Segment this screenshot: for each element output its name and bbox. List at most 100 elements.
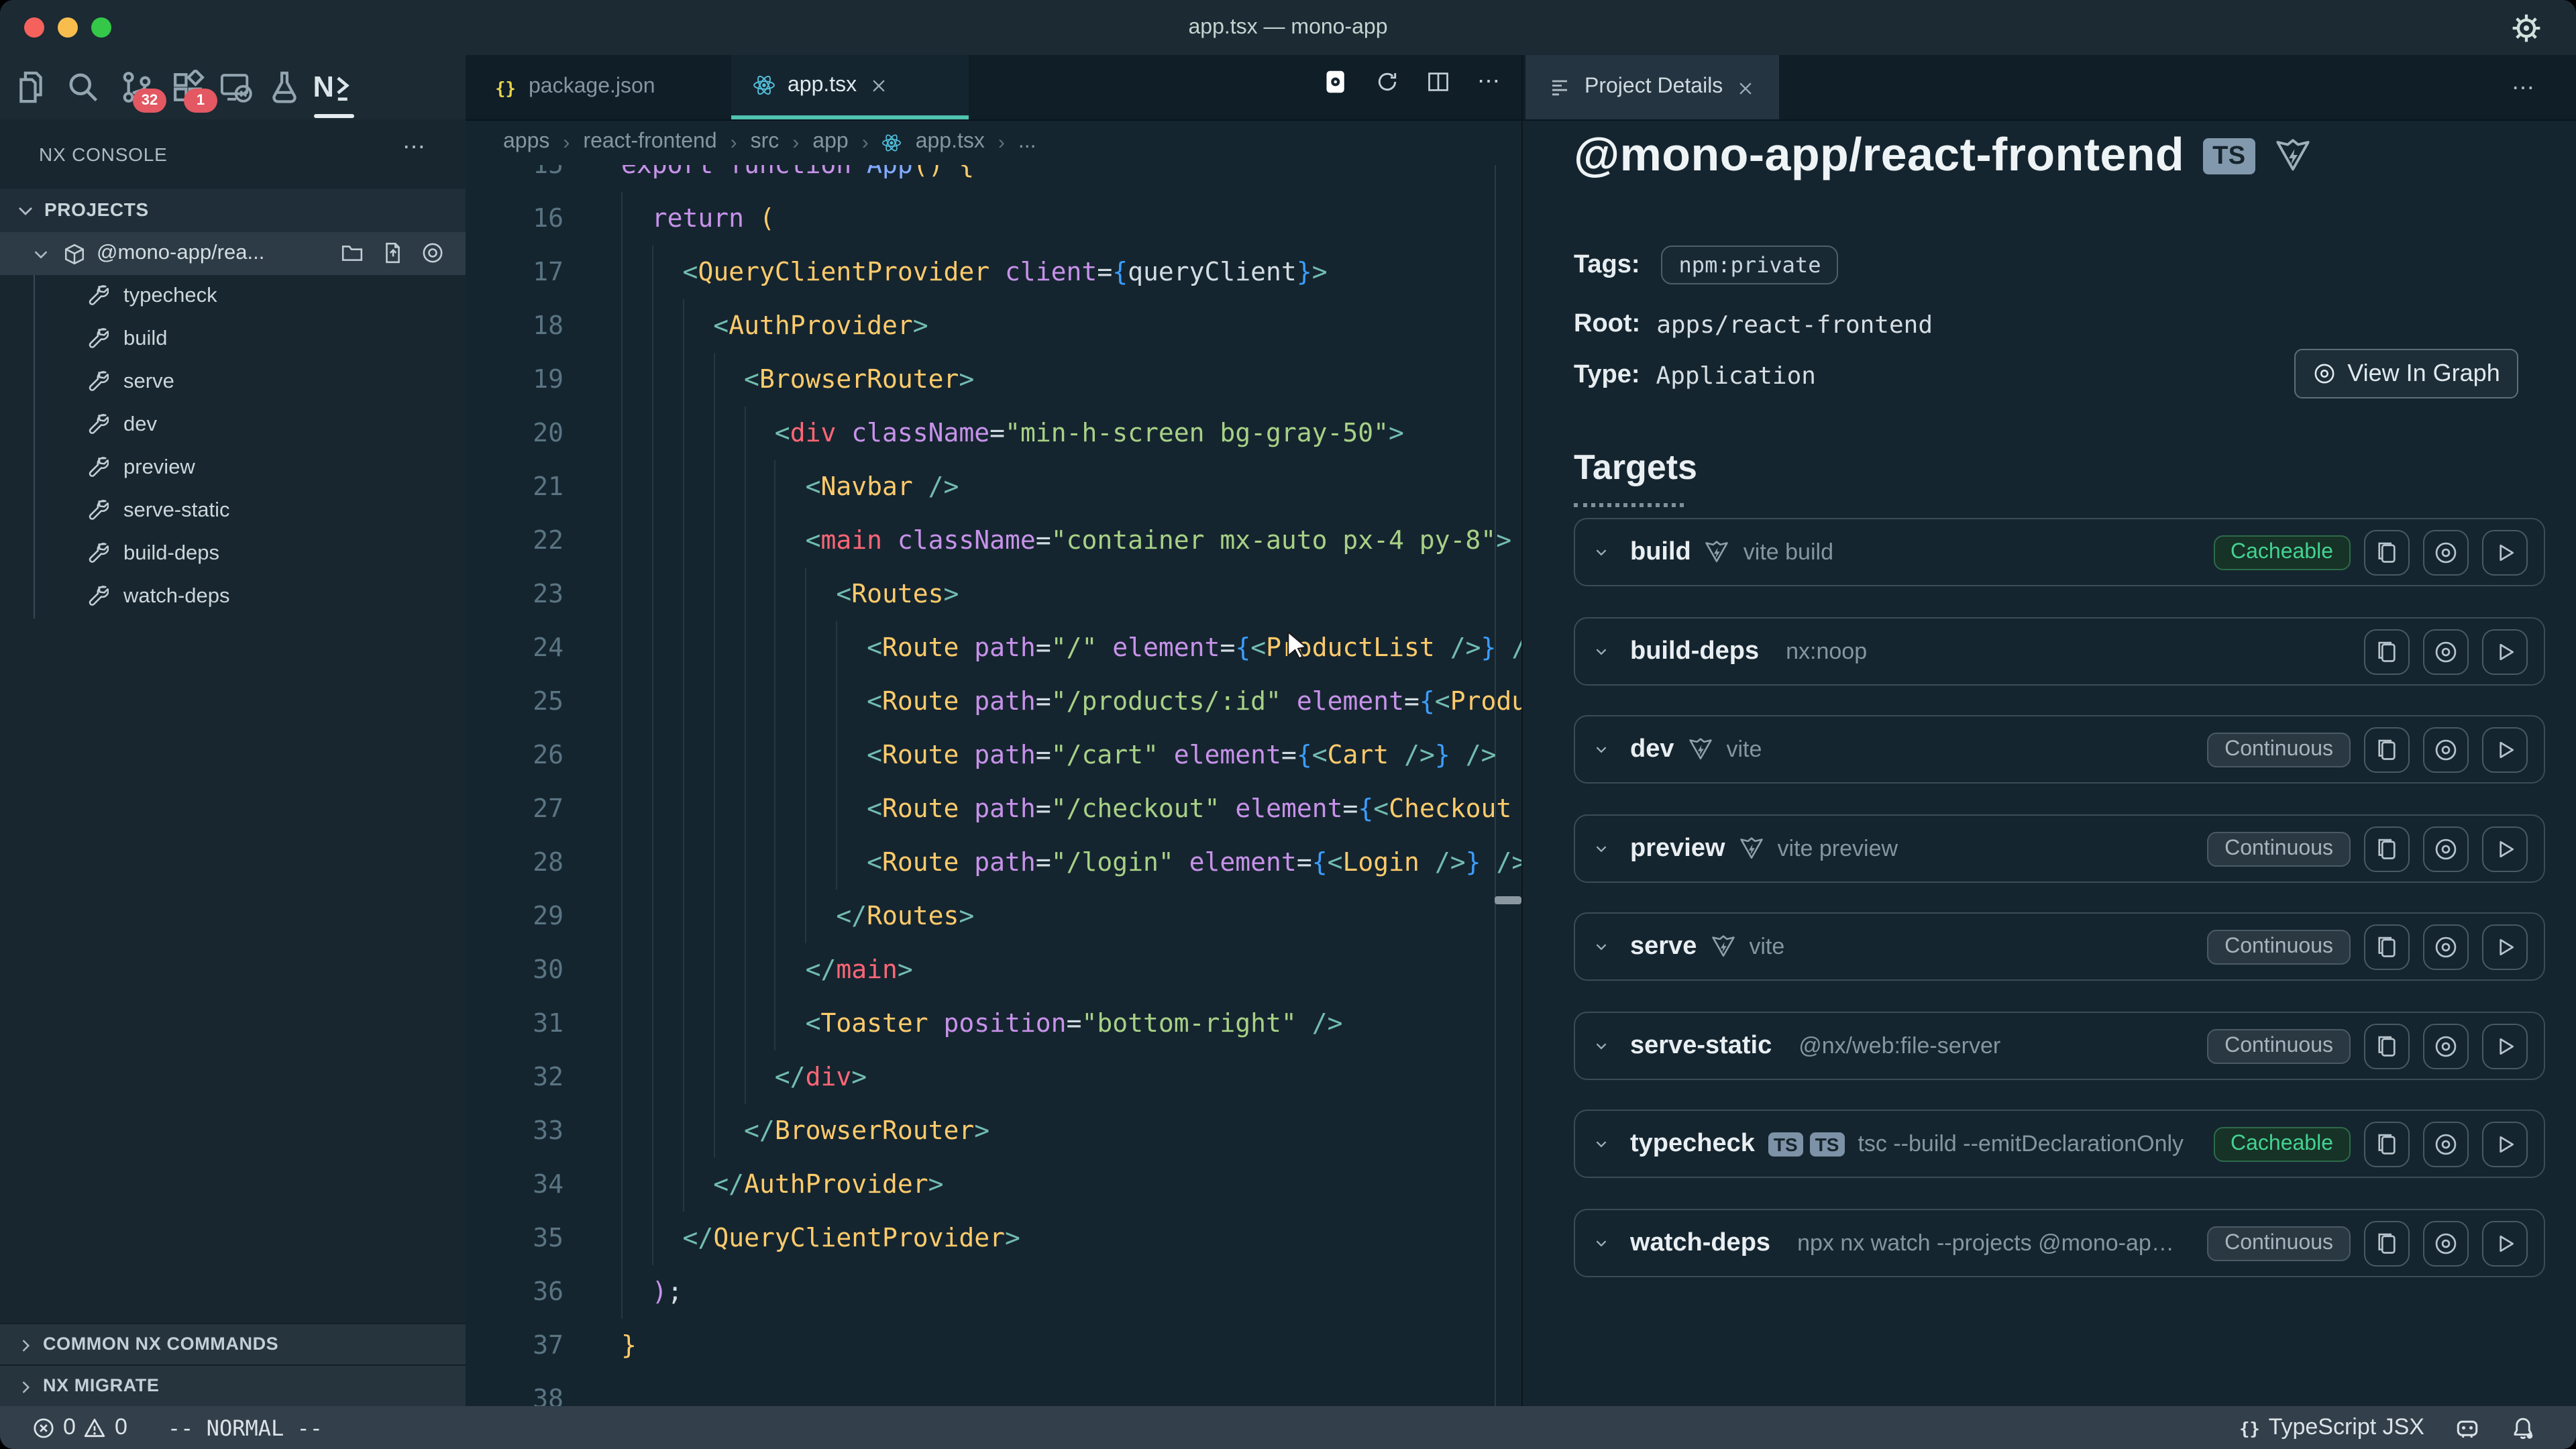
- breadcrumb-item[interactable]: react-frontend: [583, 130, 716, 154]
- code-line-32[interactable]: 32 </div>: [466, 1051, 1521, 1104]
- sidebar-project-row[interactable]: @mono-app/rea...: [0, 232, 466, 275]
- nx-migrate-section[interactable]: NX MIGRATE: [0, 1364, 466, 1407]
- copy-task-button[interactable]: [2364, 629, 2410, 674]
- sidebar-more-actions-icon[interactable]: ⋯: [394, 133, 436, 162]
- run-task-button[interactable]: [2482, 1023, 2528, 1069]
- code-line-20[interactable]: 20 <div className="min-h-screen bg-gray-…: [466, 407, 1521, 460]
- code-line-29[interactable]: 29 </Routes>: [466, 890, 1521, 943]
- breadcrumb-item[interactable]: src: [751, 130, 780, 154]
- sidebar-item-serve[interactable]: serve: [0, 361, 466, 404]
- panel-more-actions-icon[interactable]: ⋯: [2504, 74, 2545, 103]
- code-line-15[interactable]: 15export function App() {: [466, 165, 1521, 192]
- sidebar-item-watch-deps[interactable]: watch-deps: [0, 576, 466, 619]
- sidebar-item-build[interactable]: build: [0, 318, 466, 361]
- code-editor[interactable]: 15export function App() {16 return (17 <…: [466, 165, 1521, 1406]
- testing-flask-icon[interactable]: [267, 70, 302, 105]
- chevron-down-icon[interactable]: [1591, 739, 1611, 759]
- chevron-down-icon[interactable]: [1591, 641, 1611, 661]
- code-line-16[interactable]: 16 return (: [466, 192, 1521, 246]
- chevron-down-icon[interactable]: [1591, 936, 1611, 957]
- view-task-button[interactable]: [2423, 924, 2469, 969]
- tab-project-details[interactable]: Project Details: [1525, 55, 1779, 119]
- view-task-button[interactable]: [2423, 727, 2469, 772]
- chevron-down-icon[interactable]: [1591, 1036, 1611, 1056]
- chevron-down-icon[interactable]: [1591, 1134, 1611, 1154]
- target-card-typecheck[interactable]: typecheck TSTS tsc --build --emitDeclara…: [1574, 1110, 2545, 1178]
- code-line-25[interactable]: 25 <Route path="/products/:id" element={…: [466, 675, 1521, 729]
- code-line-21[interactable]: 21 <Navbar />: [466, 460, 1521, 514]
- breadcrumb-item[interactable]: ...: [1018, 130, 1036, 154]
- copy-task-button[interactable]: [2364, 727, 2410, 772]
- target-card-serve[interactable]: serve vite Continuous: [1574, 912, 2545, 981]
- code-line-37[interactable]: 37}: [466, 1319, 1521, 1373]
- nx-console-icon[interactable]: [314, 70, 349, 105]
- tab-package-json[interactable]: package.json: [472, 55, 731, 119]
- code-line-33[interactable]: 33 </BrowserRouter>: [466, 1104, 1521, 1158]
- view-task-button[interactable]: [2423, 826, 2469, 871]
- view-task-button[interactable]: [2423, 1023, 2469, 1069]
- copy-task-button[interactable]: [2364, 924, 2410, 969]
- view-task-button[interactable]: [2423, 1220, 2469, 1266]
- copilot-icon[interactable]: [2454, 1414, 2481, 1441]
- code-line-35[interactable]: 35 </QueryClientProvider>: [466, 1212, 1521, 1265]
- target-card-preview[interactable]: preview vite preview Continuous: [1574, 814, 2545, 883]
- code-line-38[interactable]: 38: [466, 1373, 1521, 1406]
- settings-gear-icon[interactable]: [2509, 11, 2544, 46]
- run-task-button[interactable]: [2482, 1121, 2528, 1167]
- code-line-36[interactable]: 36 );: [466, 1265, 1521, 1319]
- breadcrumb-item[interactable]: app.tsx: [916, 130, 985, 154]
- copy-task-button[interactable]: [2364, 1023, 2410, 1069]
- copy-task-button[interactable]: [2364, 1220, 2410, 1266]
- code-line-17[interactable]: 17 <QueryClientProvider client={queryCli…: [466, 246, 1521, 299]
- source-control-icon[interactable]: 32: [119, 70, 154, 105]
- chevron-down-icon[interactable]: [1591, 1233, 1611, 1253]
- code-line-28[interactable]: 28 <Route path="/login" element={<Login …: [466, 836, 1521, 890]
- search-icon[interactable]: [66, 70, 101, 105]
- breadcrumb-item[interactable]: apps: [503, 130, 549, 154]
- open-folder-icon[interactable]: [341, 241, 364, 264]
- open-project-details-icon[interactable]: [1322, 68, 1348, 95]
- code-line-19[interactable]: 19 <BrowserRouter>: [466, 353, 1521, 407]
- tab-app-tsx[interactable]: app.tsx: [731, 55, 969, 119]
- close-panel-tab-icon[interactable]: [1736, 77, 1755, 98]
- copy-task-button[interactable]: [2364, 529, 2410, 575]
- remote-explorer-icon[interactable]: [219, 70, 254, 105]
- code-line-18[interactable]: 18 <AuthProvider>: [466, 299, 1521, 353]
- breadcrumb[interactable]: apps› react-frontend› src› app› app.tsx›…: [466, 119, 1521, 165]
- run-task-button[interactable]: [2482, 727, 2528, 772]
- sidebar-item-build-deps[interactable]: build-deps: [0, 533, 466, 576]
- code-line-30[interactable]: 30 </main>: [466, 943, 1521, 997]
- language-mode-selector[interactable]: TypeScript JSX: [2238, 1414, 2424, 1441]
- target-card-build[interactable]: build vite build Cacheable: [1574, 518, 2545, 586]
- chevron-down-icon[interactable]: [1591, 542, 1611, 562]
- notifications-bell-icon[interactable]: [2510, 1415, 2536, 1440]
- code-line-34[interactable]: 34 </AuthProvider>: [466, 1158, 1521, 1212]
- code-line-27[interactable]: 27 <Route path="/checkout" element={<Che…: [466, 782, 1521, 836]
- refresh-icon[interactable]: [1375, 70, 1399, 94]
- run-task-button[interactable]: [2482, 629, 2528, 674]
- explorer-icon[interactable]: [13, 70, 48, 105]
- target-card-watch-deps[interactable]: watch-deps npx nx watch --projects @mono…: [1574, 1209, 2545, 1277]
- sidebar-item-typecheck[interactable]: typecheck: [0, 275, 466, 318]
- code-line-23[interactable]: 23 <Routes>: [466, 568, 1521, 621]
- run-task-button[interactable]: [2482, 924, 2528, 969]
- target-card-dev[interactable]: dev vite Continuous: [1574, 715, 2545, 784]
- common-nx-commands-section[interactable]: COMMON NX COMMANDS: [0, 1323, 466, 1366]
- view-task-button[interactable]: [2423, 529, 2469, 575]
- projects-section-header[interactable]: PROJECTS: [0, 189, 466, 232]
- chevron-down-icon[interactable]: [1591, 839, 1611, 859]
- code-line-22[interactable]: 22 <main className="container mx-auto px…: [466, 514, 1521, 568]
- sidebar-item-serve-static[interactable]: serve-static: [0, 490, 466, 533]
- run-task-button[interactable]: [2482, 826, 2528, 871]
- extensions-icon[interactable]: 1: [170, 70, 205, 105]
- target-icon[interactable]: [421, 241, 444, 264]
- more-actions-icon[interactable]: ⋯: [1477, 68, 1503, 95]
- split-editor-icon[interactable]: [1426, 70, 1450, 94]
- code-line-24[interactable]: 24 <Route path="/" element={<ProductList…: [466, 621, 1521, 675]
- target-card-build-deps[interactable]: build-deps nx:noop: [1574, 617, 2545, 686]
- copy-task-button[interactable]: [2364, 826, 2410, 871]
- close-tab-icon[interactable]: [869, 75, 888, 96]
- view-task-button[interactable]: [2423, 1121, 2469, 1167]
- target-card-serve-static[interactable]: serve-static @nx/web:file-server Continu…: [1574, 1012, 2545, 1080]
- problems-indicator[interactable]: 0 0: [32, 1414, 127, 1441]
